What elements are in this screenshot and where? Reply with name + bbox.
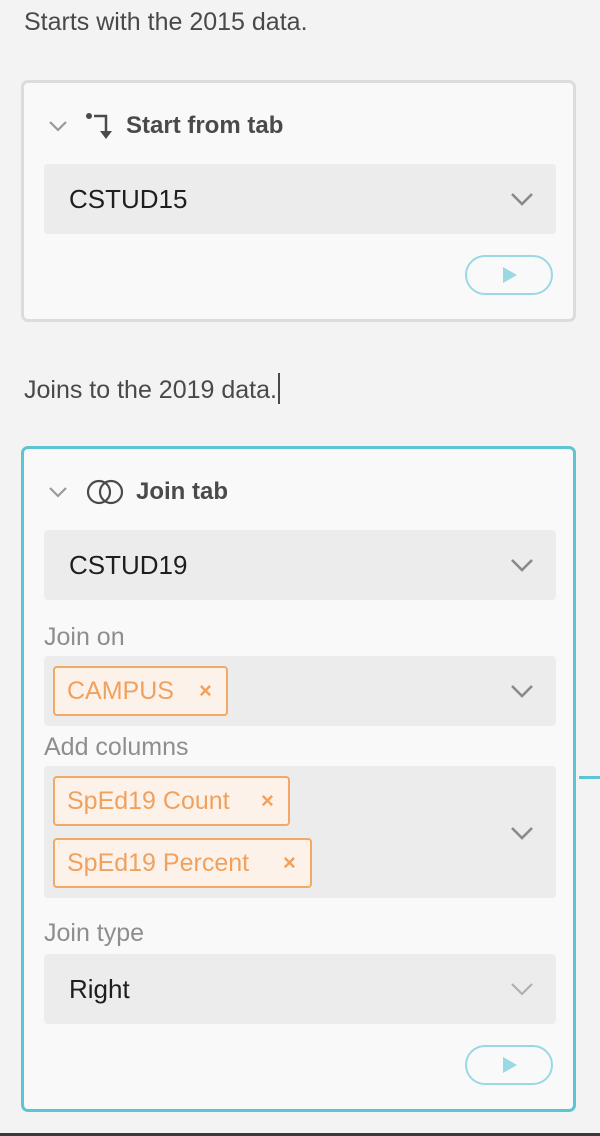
run-step-button[interactable] bbox=[465, 255, 553, 295]
tag-label: CAMPUS bbox=[67, 677, 174, 705]
collapse-chevron-icon[interactable] bbox=[46, 480, 70, 504]
play-icon bbox=[503, 1057, 517, 1073]
select-value: CSTUD15 bbox=[69, 184, 188, 214]
step-connector-line bbox=[579, 776, 600, 779]
chevron-down-icon bbox=[511, 685, 533, 698]
tag-label: SpEd19 Percent bbox=[67, 849, 250, 877]
join-venn-icon bbox=[86, 479, 124, 505]
source-tab-select[interactable]: CSTUD15 bbox=[44, 164, 556, 234]
select-value: Right bbox=[69, 974, 130, 1004]
column-tag: SpEd19 Percent × bbox=[53, 838, 312, 888]
select-value: CSTUD19 bbox=[69, 550, 188, 580]
column-tag: SpEd19 Count × bbox=[53, 776, 290, 826]
add-columns-select[interactable]: SpEd19 Count × SpEd19 Percent × bbox=[44, 766, 556, 898]
step-header: Start from tab bbox=[46, 110, 526, 144]
start-from-tab-step-card: Start from tab CSTUD15 bbox=[21, 80, 576, 322]
join-type-label: Join type bbox=[44, 919, 145, 947]
step-title: Join tab bbox=[136, 478, 229, 505]
chevron-down-icon bbox=[511, 983, 533, 996]
join-tab-select[interactable]: CSTUD19 bbox=[44, 530, 556, 600]
text-cursor bbox=[277, 373, 280, 404]
step2-note-text: Joins to the 2019 data. bbox=[24, 376, 277, 404]
run-step-button[interactable] bbox=[465, 1045, 553, 1085]
step-title: Start from tab bbox=[126, 112, 284, 139]
step1-note[interactable]: Starts with the 2015 data. bbox=[24, 8, 308, 37]
chevron-down-icon bbox=[511, 193, 533, 206]
step2-note[interactable]: Joins to the 2019 data. bbox=[24, 373, 280, 405]
remove-tag-icon[interactable]: × bbox=[283, 840, 296, 886]
step-header: Join tab bbox=[46, 476, 526, 510]
join-on-label: Join on bbox=[44, 623, 125, 651]
join-on-select[interactable]: CAMPUS × bbox=[44, 656, 556, 726]
start-from-tab-icon bbox=[86, 113, 112, 139]
remove-tag-icon[interactable]: × bbox=[199, 668, 212, 714]
chevron-down-icon bbox=[511, 559, 533, 572]
tag-label: SpEd19 Count bbox=[67, 787, 230, 815]
add-columns-label: Add columns bbox=[44, 733, 189, 761]
play-icon bbox=[503, 267, 517, 283]
remove-tag-icon[interactable]: × bbox=[261, 778, 274, 824]
join-on-tag: CAMPUS × bbox=[53, 666, 228, 716]
collapse-chevron-icon[interactable] bbox=[46, 114, 70, 138]
join-tab-step-card: Join tab CSTUD19 Join on CAMPUS × Add co… bbox=[21, 446, 576, 1112]
join-type-select[interactable]: Right bbox=[44, 954, 556, 1024]
chevron-down-icon bbox=[511, 827, 533, 840]
